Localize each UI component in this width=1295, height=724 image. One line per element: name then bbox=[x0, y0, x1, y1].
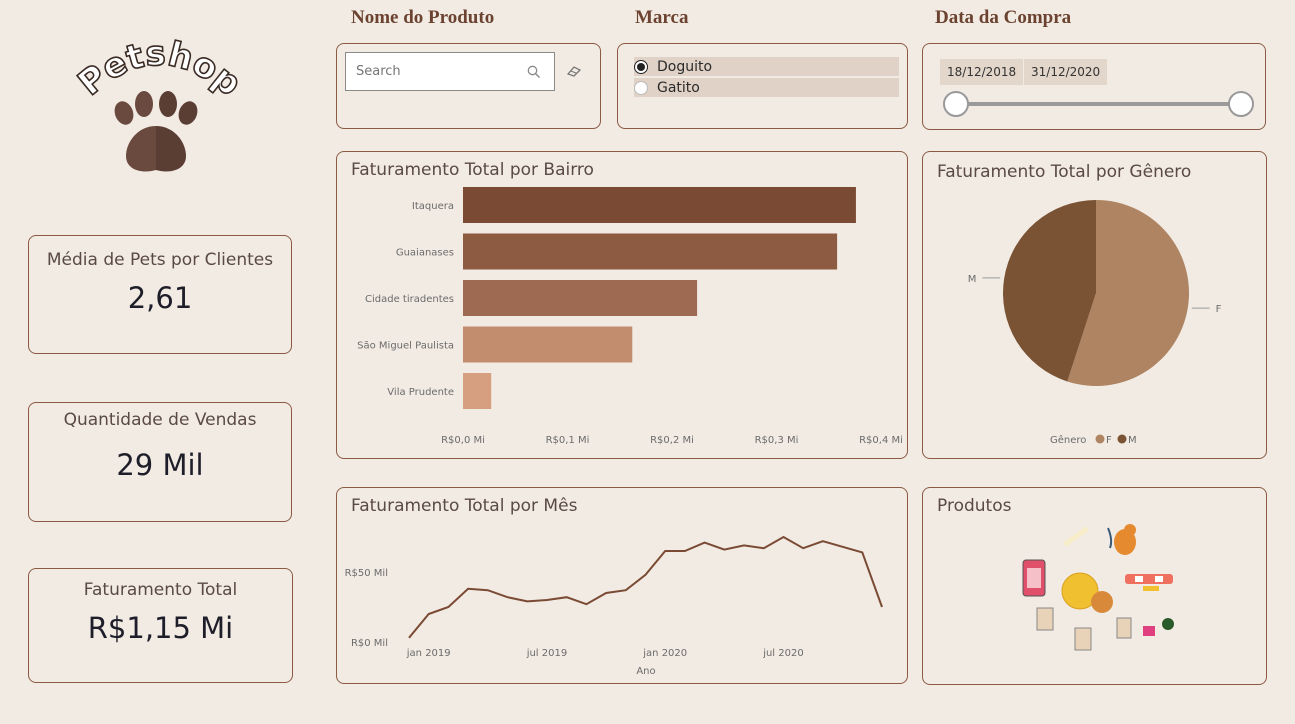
bar-category-label: Guaianases bbox=[396, 248, 454, 259]
x-tick-label: R$0,0 Mi bbox=[441, 435, 485, 446]
kpi-label: Média de Pets por Clientes bbox=[46, 250, 274, 270]
legend-swatch bbox=[1117, 434, 1127, 444]
bar bbox=[463, 373, 492, 409]
bar-chart: Itaquera Guaianases Cidade tiradentes São M… bbox=[357, 187, 903, 446]
paw-icon bbox=[114, 91, 198, 172]
bar bbox=[463, 280, 698, 316]
food-bag-icon bbox=[1036, 607, 1132, 651]
produtos-card: Produtos bbox=[922, 487, 1267, 685]
search-input[interactable] bbox=[346, 53, 516, 90]
x-tick-label: R$0,2 Mi bbox=[650, 435, 694, 446]
search-box[interactable] bbox=[345, 52, 555, 91]
bar-category-label: Cidade tiradentes bbox=[365, 294, 454, 305]
collar-icon bbox=[1125, 574, 1173, 591]
produtos-title: Produtos bbox=[937, 496, 1012, 516]
kpi-card-faturamento: Faturamento Total R$1,15 Mi bbox=[28, 568, 293, 683]
legend-swatch bbox=[1095, 434, 1105, 444]
produto-filter-title: Nome do Produto bbox=[351, 7, 495, 28]
data-slicer: 18/12/2018 31/12/2020 bbox=[922, 43, 1266, 130]
pie-chart: F M Gênero F M bbox=[968, 200, 1222, 446]
logo-text: Petshop bbox=[70, 33, 250, 105]
y-tick-label: R$50 Mil bbox=[345, 568, 388, 579]
pie-slice-label: F bbox=[1216, 304, 1222, 315]
kpi-value: 2,61 bbox=[127, 281, 193, 315]
kpi-label: Quantidade de Vendas bbox=[63, 410, 257, 430]
ball-icon bbox=[1061, 572, 1113, 613]
bar-category-label: São Miguel Paulista bbox=[357, 341, 454, 352]
treat-bag-icon bbox=[1022, 559, 1046, 597]
x-axis-label: Ano bbox=[636, 666, 655, 677]
end-date-field[interactable]: 31/12/2020 bbox=[1024, 59, 1108, 85]
legend-label: M bbox=[1128, 435, 1137, 446]
shirt-icon bbox=[1143, 626, 1155, 636]
search-icon[interactable] bbox=[527, 65, 541, 79]
marca-option-gatito[interactable]: Gatito bbox=[634, 78, 899, 97]
kpi-card-vendas: Quantidade de Vendas 29 Mil bbox=[28, 402, 292, 522]
x-tick-label: jul 2020 bbox=[762, 648, 804, 659]
eraser-icon[interactable] bbox=[566, 65, 582, 77]
marca-option-label: Gatito bbox=[657, 79, 700, 96]
bairro-chart-card: Faturamento Total por Bairro Itaquera Gua… bbox=[336, 151, 908, 459]
series-line bbox=[408, 535, 883, 639]
data-filter-title: Data da Compra bbox=[935, 7, 1072, 28]
marca-slicer: Doguito Gatito bbox=[617, 43, 908, 129]
genero-chart-card: Faturamento Total por Gênero F M Gênero F M bbox=[922, 151, 1267, 459]
x-tick-label: R$0,1 Mi bbox=[546, 435, 590, 446]
logo: Petshop bbox=[58, 30, 258, 190]
x-tick-label: R$0,3 Mi bbox=[755, 435, 799, 446]
x-tick-label: jul 2019 bbox=[526, 648, 568, 659]
bar bbox=[463, 233, 838, 270]
petshop-logo-art: Petshop bbox=[70, 33, 249, 172]
bar bbox=[463, 326, 633, 363]
marca-option-doguito[interactable]: Doguito bbox=[634, 57, 899, 76]
marca-option-label: Doguito bbox=[657, 58, 713, 75]
kpi-label: Faturamento Total bbox=[83, 580, 238, 600]
start-date-field[interactable]: 18/12/2018 bbox=[940, 59, 1024, 85]
date-slider-track[interactable] bbox=[956, 102, 1242, 106]
x-tick-label: jan 2020 bbox=[642, 648, 687, 659]
dog-icon bbox=[1107, 524, 1136, 555]
radio-selected-icon[interactable] bbox=[634, 59, 648, 74]
bone-icon bbox=[1064, 527, 1088, 546]
bowl-icon bbox=[1162, 618, 1174, 630]
kpi-value: R$1,15 Mi bbox=[87, 611, 234, 645]
line-chart: R$0 Mil R$50 Mil jan 2019 jul 2019 jan 2020 j… bbox=[345, 535, 883, 677]
mes-chart-card: Faturamento Total por Mês R$0 Mil R$50 Mi… bbox=[336, 487, 908, 684]
produto-slicer bbox=[336, 43, 601, 129]
bar-category-label: Vila Prudente bbox=[387, 387, 454, 398]
x-tick-label: R$0,4 Mi bbox=[859, 435, 903, 446]
marca-filter-title: Marca bbox=[635, 7, 689, 28]
slider-end-handle[interactable] bbox=[1228, 91, 1254, 117]
bar-category-label: Itaquera bbox=[412, 201, 454, 212]
bar bbox=[463, 187, 856, 223]
radio-unselected-icon[interactable] bbox=[634, 80, 648, 95]
legend-title: Gênero bbox=[1050, 434, 1086, 446]
pie-slice-label: M bbox=[968, 274, 977, 285]
legend-label: F bbox=[1106, 435, 1112, 446]
products-illustration bbox=[1022, 524, 1174, 651]
slider-start-handle[interactable] bbox=[943, 91, 969, 117]
kpi-value: 29 Mil bbox=[116, 448, 204, 482]
svg-text:Petshop: Petshop bbox=[71, 34, 249, 104]
x-tick-label: jan 2019 bbox=[406, 648, 451, 659]
y-tick-label: R$0 Mil bbox=[351, 638, 388, 649]
kpi-card-media-pets: Média de Pets por Clientes 2,61 bbox=[28, 235, 292, 354]
